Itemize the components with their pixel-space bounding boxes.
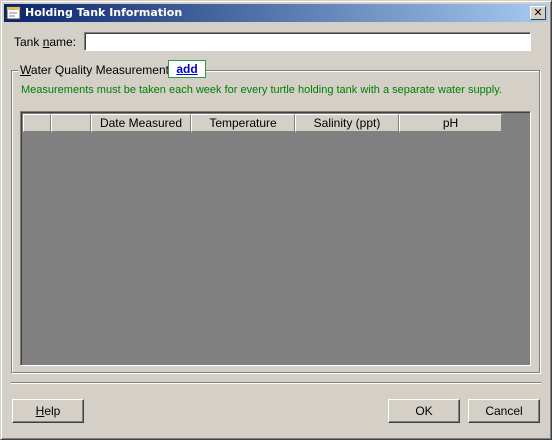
tank-name-label-post: ame: [49,35,77,49]
title-bar[interactable]: Holding Tank Information ✕ [4,4,548,22]
tank-name-input[interactable] [84,32,531,51]
help-rest: elp [44,404,61,418]
close-icon: ✕ [533,6,543,19]
tank-name-label: Tank name: [14,35,76,49]
form-window-icon [6,5,22,21]
water-quality-group-label: Water Quality Measurements [18,63,177,77]
column-header-date-measured[interactable]: Date Measured [91,114,191,132]
close-button[interactable]: ✕ [530,6,546,20]
group-label-mnemonic: W [20,63,31,77]
window-title: Holding Tank Information [25,6,183,19]
column-header-ph[interactable]: pH [399,114,502,132]
help-button[interactable]: Help [12,399,84,423]
cancel-button[interactable]: Cancel [468,399,540,423]
add-measurement-link[interactable]: add [168,60,206,78]
column-header-row-selector[interactable] [23,114,51,132]
column-header-temperature[interactable]: Temperature [191,114,295,132]
tank-name-label-pre: Tank [14,35,43,49]
holding-tank-dialog: Holding Tank Information ✕ Tank name: Wa… [0,0,552,440]
column-header-salinity[interactable]: Salinity (ppt) [295,114,399,132]
measurements-grid[interactable]: Date Measured Temperature Salinity (ppt)… [20,111,531,366]
ok-button[interactable]: OK [388,399,460,423]
grid-header: Date Measured Temperature Salinity (ppt)… [23,114,502,132]
button-separator [11,382,541,384]
measurement-notice: Measurements must be taken each week for… [21,84,502,96]
column-header-blank[interactable] [51,114,91,132]
group-label-rest: ater Quality Measurements [30,63,175,77]
